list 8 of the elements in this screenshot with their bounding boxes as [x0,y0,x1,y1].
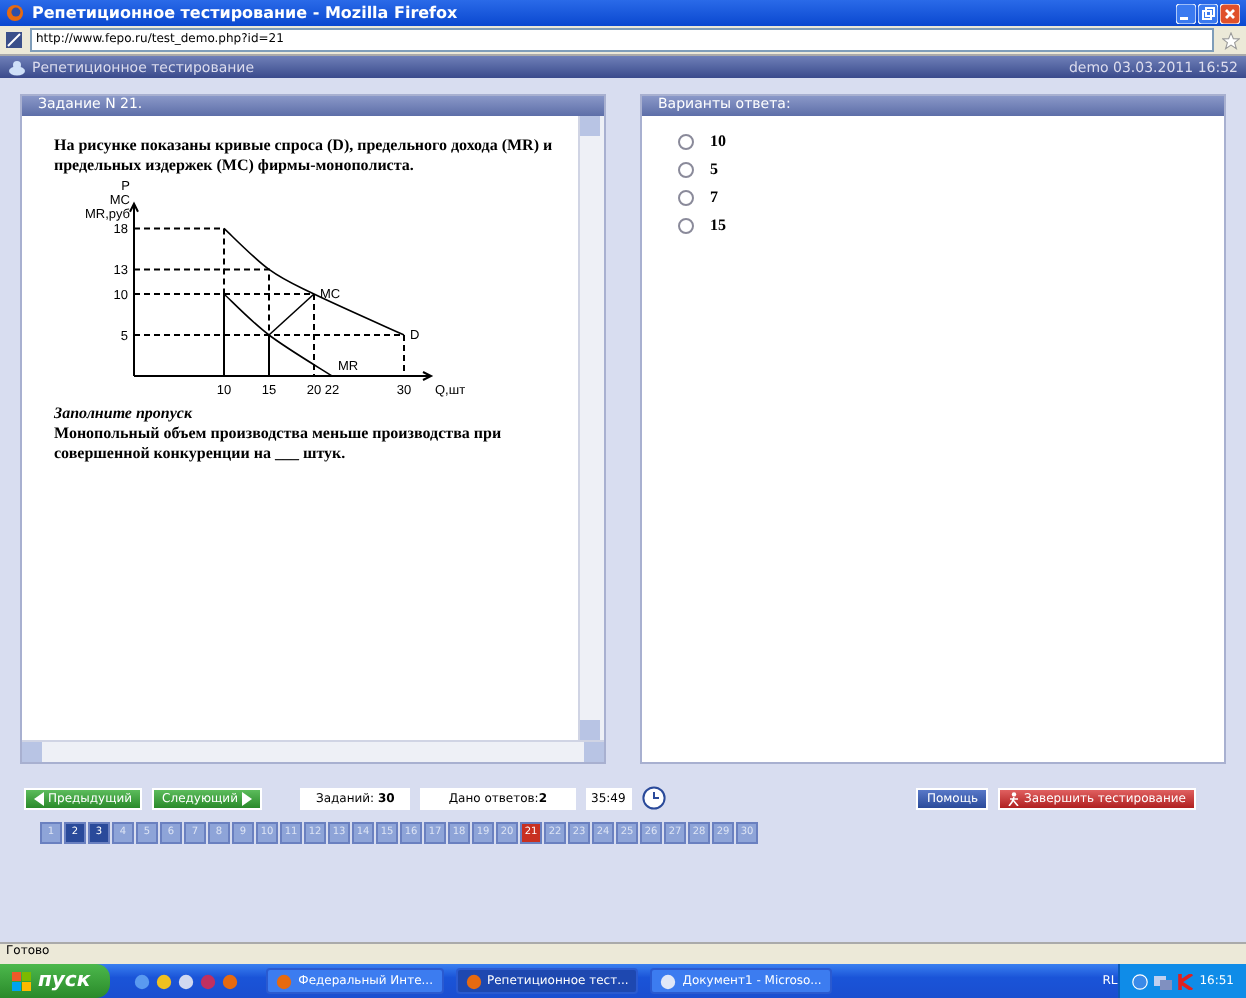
option-label: 5 [710,160,718,178]
option-label: 15 [710,216,726,234]
question-text: На рисунке показаны кривые спроса (D), предельного дохода (MR) и предельных издержек (MC) фирмы-монополиста. [54,136,555,176]
question-body: Монопольный объем производства меньше производства при совершенной конкуренции на ___ штук. [54,424,504,464]
option-label: 7 [710,188,718,206]
window-title: Репетиционное тестирование - Mozilla Firefox [32,4,460,22]
option-label: 10 [710,132,726,150]
instruction-text: Заполните пропуск [54,404,195,424]
